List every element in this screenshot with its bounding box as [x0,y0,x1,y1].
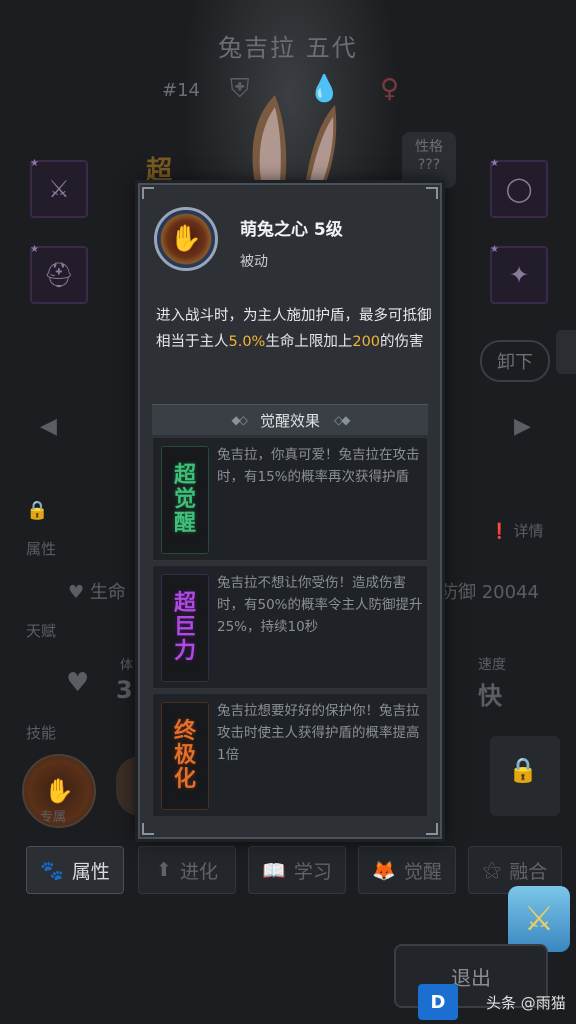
paw-icon: 🐾 [40,859,64,882]
heart-icon: ♥ [68,582,85,603]
tab-attributes[interactable]: 🐾 属性 [26,846,124,894]
awakening-title: 觉醒效果 [259,411,320,430]
personality-value: ??? [417,157,441,173]
awakening-text: 兔吉拉，你真可爱！兔吉拉在攻击时，有15%的概率再次获得护盾 [217,447,420,485]
awakening-text: 兔吉拉不想让你受伤！造成伤害时，有50%的概率令主人防御提升25%，持续10秒 [217,575,423,635]
speed-value: 快 [478,682,502,710]
book-icon: 📖 [262,859,286,882]
talent-section-label: 天赋 [26,622,57,640]
tab-evolve[interactable]: ⬆ 进化 [138,846,236,894]
claw-icon: ⚔ [48,175,70,203]
detail-label: 详情 [513,522,544,540]
hero-name: 兔吉拉 五代 [218,34,358,62]
awakening-item: 终极化 兔吉拉想要好好的保护你！兔吉拉攻击时使主人获得护盾的概率提高1倍 [152,693,428,817]
awakening-text: 兔吉拉想要好好的保护你！兔吉拉攻击时使主人获得护盾的概率提高1倍 [217,703,420,763]
next-arrow-icon[interactable]: ▶ [514,414,531,439]
info-icon: ❗ [490,522,509,540]
awakening-header: ◆◇ 觉醒效果 ◇◆ [152,404,428,435]
prev-arrow-icon[interactable]: ◀ [40,414,57,439]
awakening-badge: 终极化 [161,702,209,810]
def-stat: 防御 20044 [440,582,539,603]
detail-link[interactable]: ❗ 详情 [490,520,543,541]
awakening-item: 超巨力 兔吉拉不想让你受伤！造成伤害时，有50%的概率令主人防御提升25%，持续… [152,565,428,689]
hp-stat: ♥ 生命 [68,578,126,604]
awakening-badge: 超巨力 [161,574,209,682]
tab-awaken[interactable]: 🦊 觉醒 [358,846,456,894]
exclusive-label: 专属 [40,810,67,825]
skill-slot-2[interactable] [116,756,140,816]
equipment-slot-3[interactable]: ★ ◯ [490,158,548,218]
lock-icon: 🔒 [26,500,49,521]
side-panel [556,330,576,374]
merge-icon: ⚝ [482,859,502,881]
padlock-icon: 🔒 [508,756,538,784]
skill-type: 被动 [240,254,268,270]
skill-detail-modal: ✋ 萌兔之心 5级 被动 进入战斗时，为主人施加护盾，最多可抵御相当于主人5.0… [138,183,442,839]
awakening-item: 超觉醒 兔吉拉，你真可爱！兔吉拉在攻击时，有15%的概率再次获得护盾 [152,437,428,561]
skill-description: 进入战斗时，为主人施加护盾，最多可抵御相当于主人5.0%生命上限加上200的伤害 [156,308,432,350]
skill-name: 萌兔之心 5级 [240,220,343,240]
watermark: 头条 @雨猫 [486,994,566,1012]
crossed-swords-icon[interactable]: ⚔ [508,886,570,952]
speed-label: 速度 [478,657,506,673]
heart-talent-icon: ♥ [66,668,90,698]
trinket-icon: ✦ [508,261,530,289]
personality-label: 性格 [415,139,443,155]
equipment-slot-2[interactable]: ★ ⛑ [30,244,88,304]
corner-ornament [426,823,438,835]
skill-icon: ✋ [154,207,218,271]
hero-number: #14 [162,80,200,101]
helmet-icon: ⛑ [43,261,75,289]
body-label: 体 [120,658,134,673]
equipment-slot-4[interactable]: ★ ✦ [490,244,548,304]
fox-icon: 🦊 [372,859,396,882]
female-icon: ♀ [380,74,400,104]
arrow-up-icon: ⬆ [156,859,172,881]
paw-skill-icon: ✋ [44,777,74,805]
hp-label: 生命 [89,582,126,603]
awakening-badge: 超觉醒 [161,446,209,554]
super-char-bg: 超 [146,156,173,186]
diamond-ornament-icon: ◆◇ [231,413,249,427]
diamond-ornament-icon: ◇◆ [334,413,351,427]
corner-ornament [142,187,154,199]
paw-emblem-icon: ✋ [169,224,203,254]
highlight-value: 200 [352,334,381,350]
unload-button[interactable]: 卸下 [480,340,550,382]
corner-ornament [142,823,154,835]
equipment-slot-1[interactable]: ★ ⚔ [30,158,88,218]
hero-portrait [252,95,337,185]
skill-section-label: 技能 [26,724,57,742]
highlight-value: 5.0% [228,334,266,350]
ring-icon: ◯ [505,175,533,203]
corner-ornament [426,187,438,199]
personality-badge[interactable]: 性格 ??? [402,132,456,188]
logo-icon: D [418,984,458,1020]
attr-section-label: 属性 [26,540,57,558]
tab-learn[interactable]: 📖 学习 [248,846,346,894]
